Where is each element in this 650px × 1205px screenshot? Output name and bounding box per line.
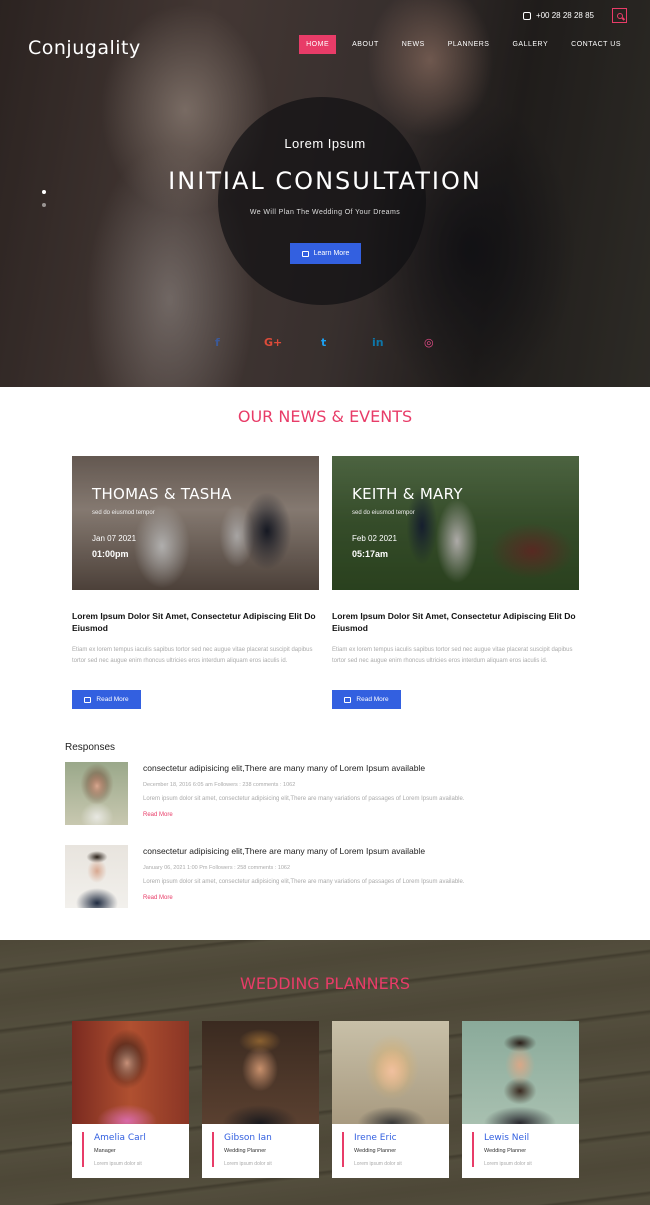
hand-icon — [84, 696, 92, 703]
read-more-label: Read More — [96, 696, 129, 703]
event-card[interactable]: THOMAS & TASHA sed do eiusmod tempor Jan… — [72, 456, 319, 590]
event-heading[interactable]: Lorem Ipsum Dolor Sit Amet, Consectetur … — [72, 610, 322, 634]
event-date: Jan 07 2021 — [92, 534, 137, 543]
response-read-more-link[interactable]: Read More — [143, 895, 173, 901]
main-nav: HOME ABOUT NEWS PLANNERS GALLERY CONTACT… — [290, 35, 628, 54]
event-text: Etiam ex lorem tempus iaculis sapibus to… — [332, 647, 573, 664]
planner-card[interactable]: Gibson Ian Wedding Planner Lorem ipsum d… — [202, 1021, 319, 1178]
event-time: 01:00pm — [92, 549, 129, 559]
search-button[interactable] — [612, 8, 627, 23]
event-card[interactable]: KEITH & MARY sed do eiusmod tempor Feb 0… — [332, 456, 579, 590]
read-more-button[interactable]: Read More — [72, 690, 141, 709]
nav-news[interactable]: NEWS — [395, 35, 432, 54]
event-desc: sed do eiusmod tempor — [352, 510, 415, 516]
planner-text: Lorem ipsum dolor sit — [224, 1161, 272, 1167]
response-meta: January 06, 2021 1:00 Pm Followers : 258… — [143, 865, 291, 871]
planner-role: Wedding Planner — [224, 1148, 267, 1154]
event-couple-name: KEITH & MARY — [352, 485, 463, 503]
planner-card[interactable]: Amelia Carl Manager Lorem ipsum dolor si… — [72, 1021, 189, 1178]
response-heading: consectetur adipisicing elit,There are m… — [143, 846, 426, 856]
event-time: 05:17am — [352, 549, 389, 559]
hand-icon — [301, 250, 309, 257]
hero-subtitle: Lorem Ipsum — [284, 136, 366, 151]
learn-more-button[interactable]: Learn More — [290, 243, 361, 264]
read-more-label: Read More — [356, 696, 389, 703]
hero-title: INITIAL CONSULTATION — [168, 167, 482, 195]
google-plus-icon[interactable]: G+ — [264, 336, 282, 349]
planner-text: Lorem ipsum dolor sit — [484, 1161, 532, 1167]
nav-contact[interactable]: CONTACT US — [564, 35, 628, 54]
event-text: Etiam ex lorem tempus iaculis sapibus to… — [72, 647, 313, 664]
planner-name: Gibson Ian — [224, 1133, 272, 1143]
planner-name: Irene Eric — [354, 1133, 397, 1143]
planner-photo — [332, 1021, 449, 1124]
planner-role: Wedding Planner — [484, 1148, 527, 1154]
phone-contact: +00 28 28 28 85 — [522, 11, 594, 20]
response-body: Lorem ipsum dolor sit amet, consectetur … — [143, 796, 465, 802]
planner-photo — [462, 1021, 579, 1124]
responses-title: Responses — [65, 742, 116, 753]
planner-card[interactable]: Lewis Neil Wedding Planner Lorem ipsum d… — [462, 1021, 579, 1178]
hand-icon — [344, 696, 352, 703]
linkedin-icon[interactable]: in — [372, 336, 384, 349]
response-heading: consectetur adipisicing elit,There are m… — [143, 763, 426, 773]
planners-section-title: WEDDING PLANNERS — [240, 974, 410, 993]
event-date: Feb 02 2021 — [352, 534, 397, 543]
facebook-icon[interactable]: f — [215, 336, 220, 349]
response-avatar — [65, 845, 128, 908]
event-couple-name: THOMAS & TASHA — [92, 485, 232, 503]
response-avatar — [65, 762, 128, 825]
hero-section: +00 28 28 28 85 Conjugality HOME ABOUT N… — [0, 0, 650, 387]
planner-text: Lorem ipsum dolor sit — [94, 1161, 142, 1167]
event-desc: sed do eiusmod tempor — [92, 510, 155, 516]
planner-text: Lorem ipsum dolor sit — [354, 1161, 402, 1167]
response-meta: December 18, 2016 6:05 am Followers : 23… — [143, 782, 296, 788]
news-section-title: OUR NEWS & EVENTS — [237, 407, 413, 426]
slider-dot[interactable] — [42, 203, 46, 207]
slider-dots — [42, 190, 46, 216]
learn-more-label: Learn More — [313, 250, 350, 257]
planner-name: Amelia Carl — [94, 1133, 146, 1143]
planner-role: Wedding Planner — [354, 1148, 397, 1154]
planner-photo — [72, 1021, 189, 1124]
nav-planners[interactable]: PLANNERS — [441, 35, 497, 54]
read-more-button[interactable]: Read More — [332, 690, 401, 709]
phone-icon — [522, 11, 531, 20]
hero-overlay-circle — [218, 97, 426, 305]
planner-name: Lewis Neil — [484, 1133, 530, 1143]
nav-about[interactable]: ABOUT — [345, 35, 386, 54]
hero-tagline: We Will Plan The Wedding Of Your Dreams — [249, 209, 401, 216]
dribbble-icon[interactable]: ◎ — [424, 336, 434, 349]
planner-photo — [202, 1021, 319, 1124]
twitter-icon[interactable]: t — [321, 336, 326, 349]
response-read-more-link[interactable]: Read More — [143, 812, 173, 818]
search-icon — [616, 12, 623, 19]
nav-home[interactable]: HOME — [299, 35, 337, 54]
event-heading[interactable]: Lorem Ipsum Dolor Sit Amet, Consectetur … — [332, 610, 582, 634]
site-logo[interactable]: Conjugality — [28, 37, 141, 59]
nav-gallery[interactable]: GALLERY — [505, 35, 555, 54]
response-body: Lorem ipsum dolor sit amet, consectetur … — [143, 879, 465, 885]
planner-card[interactable]: Irene Eric Wedding Planner Lorem ipsum d… — [332, 1021, 449, 1178]
phone-number: +00 28 28 28 85 — [535, 11, 594, 20]
slider-dot[interactable] — [42, 190, 46, 194]
planner-role: Manager — [94, 1148, 116, 1154]
